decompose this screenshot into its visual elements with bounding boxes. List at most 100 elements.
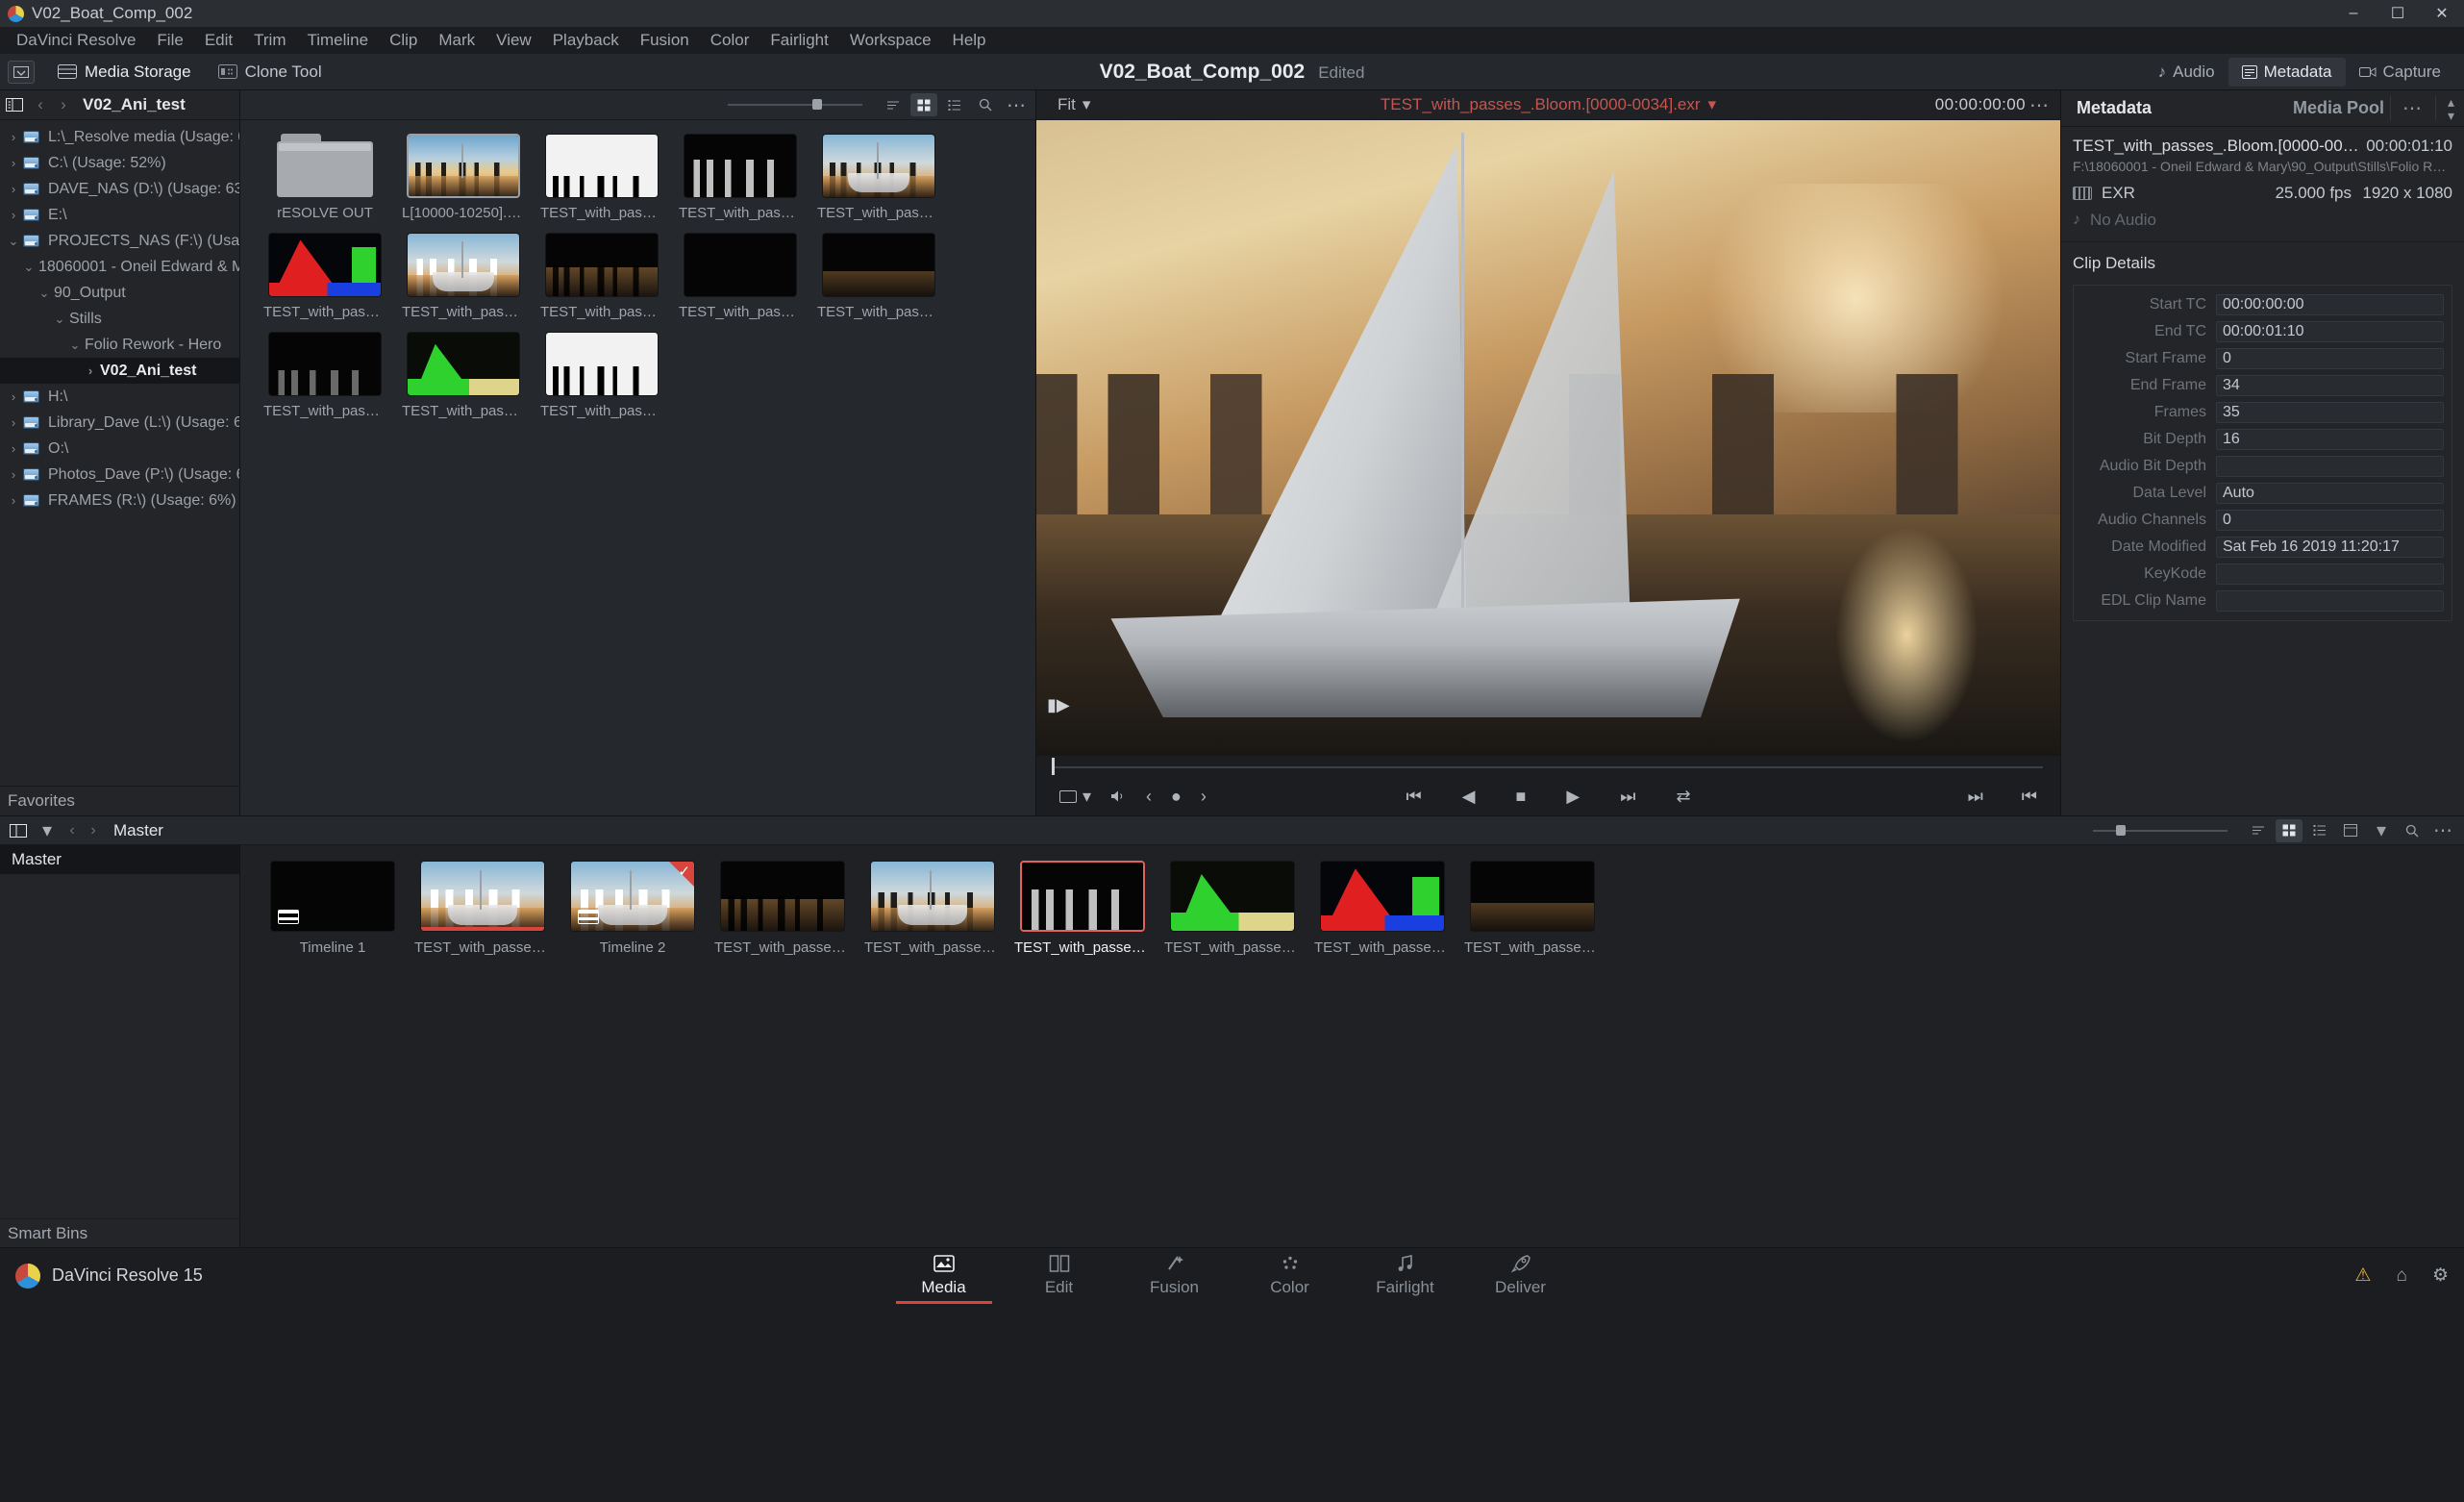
clip-detail-value[interactable] — [2216, 590, 2444, 612]
storage-tree-item[interactable]: › L:\_Resolve media (Usage: 0%) — [0, 124, 239, 150]
storage-tree-item[interactable]: ⌄ 90_Output — [0, 280, 239, 306]
media-pool-item[interactable]: ✓ Timeline 2 — [561, 861, 704, 956]
media-pool-item[interactable]: TEST_with_passes_.... — [1311, 861, 1454, 956]
chevron-right-icon[interactable]: › — [4, 493, 23, 508]
clip-detail-value[interactable] — [2216, 563, 2444, 585]
media-browser-item[interactable]: rESOLVE OUT — [261, 134, 389, 221]
menu-file[interactable]: File — [146, 28, 193, 53]
menu-fusion[interactable]: Fusion — [630, 28, 700, 53]
viewer-zoom-select[interactable]: Fit ▾ — [1044, 95, 1090, 114]
thumbnail-size-slider[interactable] — [728, 99, 862, 111]
chevron-right-icon[interactable]: › — [4, 467, 23, 482]
media-pool-item[interactable]: TEST_with_passes_.B... — [1011, 861, 1154, 956]
chevron-right-icon[interactable]: › — [4, 441, 23, 456]
loop-button[interactable]: ⇄ — [1666, 787, 1700, 807]
media-thumbnail[interactable] — [407, 134, 520, 198]
chevron-down-icon[interactable]: ⌄ — [35, 286, 54, 301]
storage-tree-item[interactable]: › Library_Dave (L:\) (Usage: 63%) — [0, 410, 239, 436]
sidebar-toggle-icon[interactable] — [0, 90, 29, 120]
storage-back-button[interactable]: ‹ — [29, 95, 52, 114]
chevron-right-icon[interactable]: › — [4, 415, 23, 430]
media-pool-item[interactable]: TEST_with_passes_.V... — [1461, 861, 1604, 956]
clip-detail-value[interactable]: Sat Feb 16 2019 11:20:17 — [2216, 537, 2444, 558]
media-browser-item[interactable]: L[10000-10250].exr — [399, 134, 528, 221]
pool-thumbnail-view-icon[interactable] — [2276, 818, 2302, 842]
media-thumbnail[interactable] — [822, 134, 935, 198]
list-view-icon[interactable] — [941, 93, 968, 116]
sort-order-icon[interactable] — [880, 93, 907, 116]
media-pool-thumbnail[interactable] — [1320, 861, 1445, 932]
storage-tree-item[interactable]: ⌄ Folio Rework - Hero — [0, 332, 239, 358]
media-pool-thumbnail[interactable] — [870, 861, 995, 932]
chevron-right-icon[interactable]: › — [4, 156, 23, 170]
chevron-right-icon[interactable]: › — [4, 389, 23, 404]
warning-icon[interactable]: ⚠ — [2354, 1264, 2371, 1287]
browser-options-icon[interactable]: ⋯ — [1003, 93, 1030, 116]
viewer-display-mode-button[interactable]: ▾ — [1050, 787, 1101, 807]
media-pool-item[interactable]: TEST_with_passes_.G... — [861, 861, 1004, 956]
video-preview[interactable]: ▮▶ — [1036, 120, 2060, 756]
media-pool-thumbnail[interactable] — [1170, 861, 1295, 932]
menu-trim[interactable]: Trim — [243, 28, 296, 53]
menu-view[interactable]: View — [485, 28, 542, 53]
clone-tool-button[interactable]: Clone Tool — [205, 59, 336, 86]
pool-list-view-icon[interactable] — [2306, 819, 2333, 842]
media-pool-grid[interactable]: Timeline 1 TEST_with_passes_.R... ✓ Timelin… — [240, 845, 2464, 1247]
clip-details-fields[interactable]: Start TC 00:00:00:00 End TC 00:00:01:10 Star… — [2073, 285, 2452, 621]
page-tab-color[interactable]: Color — [1232, 1248, 1348, 1304]
media-browser-item[interactable]: TEST_with_passes_.V... — [676, 233, 805, 320]
page-tab-fairlight[interactable]: Fairlight — [1348, 1248, 1463, 1304]
play-reverse-button[interactable]: ◀ — [1453, 787, 1485, 807]
pool-back-button[interactable]: ‹ — [62, 822, 83, 839]
mark-out-button[interactable]: ⏮ — [2012, 787, 2047, 807]
metadata-options-icon[interactable]: ⋯ — [2389, 96, 2436, 120]
media-storage-button[interactable]: Media Storage — [44, 59, 205, 86]
jump-to-end-button[interactable]: ⏭ — [1610, 787, 1645, 807]
pool-thumbnail-size-slider[interactable] — [2093, 824, 2228, 837]
clip-detail-value[interactable]: 0 — [2216, 348, 2444, 369]
volume-button[interactable] — [1101, 789, 1136, 803]
next-marker-button[interactable]: › — [1191, 787, 1216, 807]
media-pool-thumbnail[interactable] — [720, 861, 845, 932]
audio-panel-button[interactable]: ♪ Audio — [2145, 58, 2228, 87]
pool-bin-options-icon[interactable]: ▾ — [33, 815, 62, 845]
capture-panel-button[interactable]: Capture — [2346, 58, 2454, 87]
clip-detail-value[interactable]: 35 — [2216, 402, 2444, 423]
media-browser-item[interactable]: TEST_with_passes_.V... — [814, 233, 943, 320]
media-pool-thumbnail[interactable]: ✓ — [570, 861, 695, 932]
media-pool-thumbnail[interactable] — [420, 861, 545, 932]
storage-tree-item[interactable]: › O:\ — [0, 436, 239, 462]
storage-tree[interactable]: › L:\_Resolve media (Usage: 0%) › C:\ (Usag… — [0, 120, 239, 786]
bin-item-master[interactable]: Master — [0, 845, 239, 874]
metadata-collapse-icon[interactable]: ▴ ▾ — [2436, 95, 2454, 122]
storage-tree-item[interactable]: ⌄ Stills — [0, 306, 239, 332]
menu-help[interactable]: Help — [942, 28, 997, 53]
media-pool-item[interactable]: Timeline 1 — [261, 861, 404, 956]
clip-detail-value[interactable]: 00:00:00:00 — [2216, 294, 2444, 315]
window-close-button[interactable]: ✕ — [2420, 0, 2464, 27]
tab-media-pool[interactable]: Media Pool — [2287, 98, 2390, 118]
chevron-right-icon[interactable]: › — [4, 130, 23, 144]
chevron-right-icon[interactable]: › — [4, 182, 23, 196]
search-icon[interactable] — [972, 93, 999, 116]
clip-detail-value[interactable]: 00:00:01:10 — [2216, 321, 2444, 342]
pool-metadata-view-icon[interactable] — [2337, 819, 2364, 842]
media-thumbnail[interactable] — [407, 332, 520, 396]
prev-marker-button[interactable]: ‹ — [1136, 787, 1161, 807]
storage-tree-item[interactable]: ⌄18060001 - Oneil Edward & Mary — [0, 254, 239, 280]
menu-fairlight[interactable]: Fairlight — [759, 28, 838, 53]
menu-workspace[interactable]: Workspace — [839, 28, 942, 53]
media-thumbnail[interactable] — [268, 233, 382, 297]
mark-in-button[interactable]: ⏭ — [1958, 787, 1993, 807]
slider-handle[interactable] — [812, 99, 822, 110]
media-browser-item[interactable]: TEST_with_passes_.V... — [261, 332, 389, 419]
viewer-options-icon[interactable]: ⋯ — [2026, 93, 2053, 116]
media-pool-thumbnail[interactable] — [270, 861, 395, 932]
chevron-down-icon[interactable]: ⌄ — [4, 234, 23, 249]
stop-button[interactable]: ■ — [1506, 787, 1536, 807]
media-pool-thumbnail[interactable] — [1470, 861, 1595, 932]
media-thumbnail[interactable] — [545, 134, 659, 198]
media-browser-item[interactable]: TEST_with_passes_.... — [261, 233, 389, 320]
storage-tree-item[interactable]: › DAVE_NAS (D:\) (Usage: 63%) — [0, 176, 239, 202]
storage-tree-item[interactable]: › E:\ — [0, 202, 239, 228]
